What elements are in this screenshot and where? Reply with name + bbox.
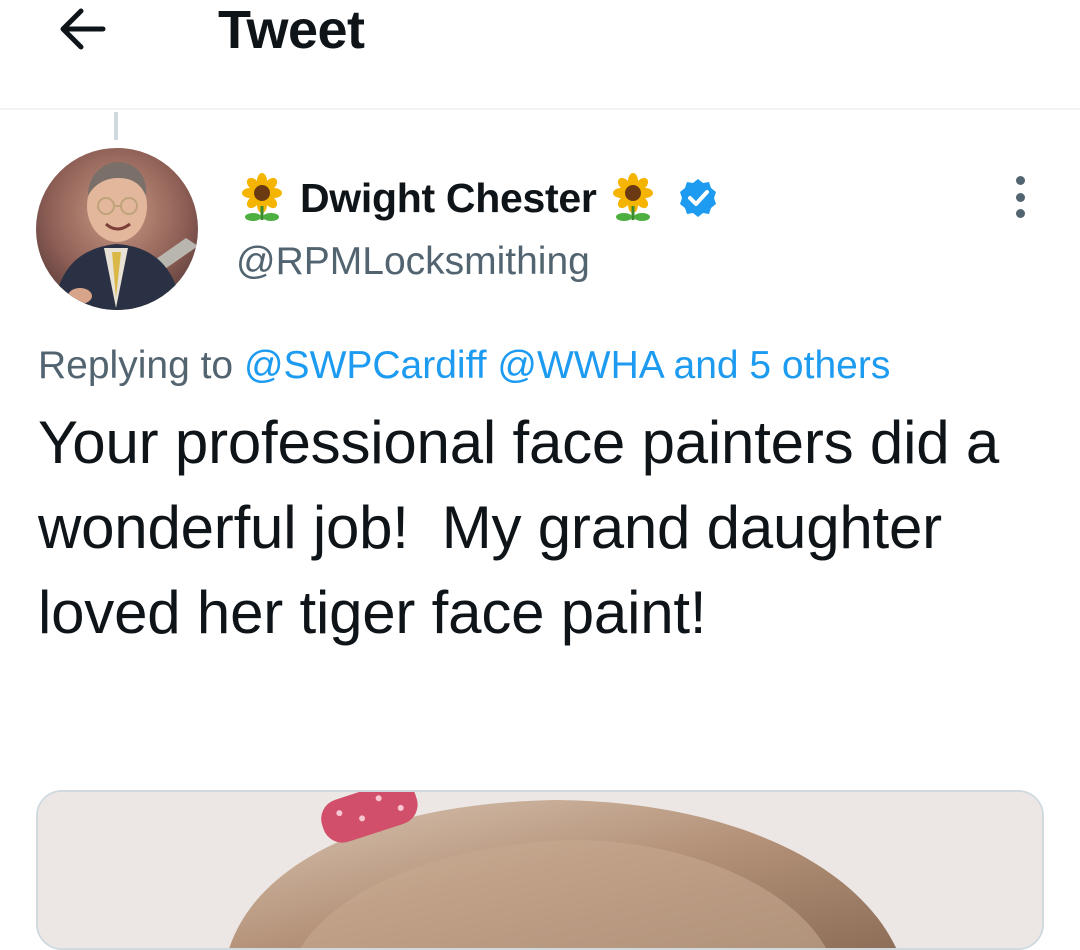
arrow-left-icon	[60, 8, 106, 50]
avatar[interactable]	[36, 148, 198, 310]
replying-to-prefix: Replying to	[38, 344, 234, 387]
thread-connector	[114, 112, 118, 140]
verified-badge-icon	[679, 179, 716, 217]
avatar-photo	[36, 148, 198, 310]
more-options-button[interactable]	[1002, 172, 1038, 222]
photo-preview	[38, 792, 1042, 948]
tweet-text: Your professional face painters did a wo…	[38, 409, 1016, 646]
tweet-media-photo[interactable]	[36, 790, 1044, 950]
author-name-row[interactable]: Dwight Chester	[236, 170, 719, 226]
replying-to: Replying to @SWPCardiff @WWHA and 5 othe…	[38, 344, 890, 388]
back-button[interactable]	[50, 2, 114, 56]
mention-link[interactable]: @SWPCardiff	[244, 344, 487, 387]
sunflower-icon	[612, 173, 653, 221]
author-display-name: Dwight Chester	[300, 174, 597, 221]
author-handle[interactable]: @RPMLocksmithing	[236, 240, 590, 284]
page-title: Tweet	[218, 0, 365, 60]
more-vertical-icon	[1015, 176, 1025, 185]
top-bar: Tweet	[0, 0, 1080, 110]
sunflower-icon	[242, 173, 282, 221]
others-link[interactable]: and 5 others	[674, 344, 891, 387]
mention-link[interactable]: @WWHA	[497, 344, 662, 387]
